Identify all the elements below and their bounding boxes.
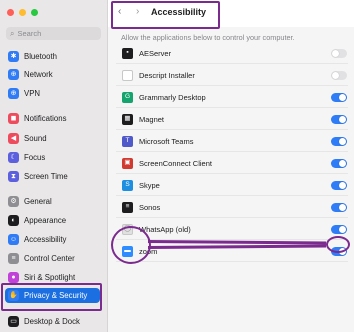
sidebar-item-label: VPN [24,89,41,98]
sidebar-item-sound[interactable]: ◀ Sound [5,131,100,146]
bluetooth-icon: ✱ [8,51,19,62]
highlight-zoom-toggle-circle [326,236,350,253]
app-access-toggle[interactable] [331,70,347,80]
sidebar-item-control-center[interactable]: ≡ Control Center [5,251,100,266]
sidebar-item-label: Appearance [24,216,67,225]
app-access-toggle[interactable] [331,48,347,58]
toggle-knob [339,159,346,167]
highlight-title-outline [111,1,220,29]
toggle-knob [339,203,346,211]
grammarly-icon: G [122,91,133,103]
sidebar-item-accessibility[interactable]: ☺ Accessibility [5,232,100,247]
sidebar-item-notifications[interactable]: ◼ Notifications [5,111,100,126]
sidebar-item-label: Focus [24,153,46,162]
sidebar-item-label: Accessibility [24,235,67,244]
search-input[interactable]: ⌕ Search [6,27,101,40]
bell-icon: ◼ [8,113,19,124]
appearance-icon: ◐ [8,215,19,226]
settings-window: ⌕ Search ✱ Bluetooth ⊕ Network ⊕ VPN ◼ Notifica… [0,0,354,332]
app-row: T Microsoft Teams [116,131,348,152]
sidebar-item-appearance[interactable]: ◐ Appearance [5,213,100,228]
main-pane: ‹ › Accessibility Allow the applications… [108,0,354,332]
sidebar-item-label: Screen Time [24,172,68,181]
app-row: G Grammarly Desktop [116,87,348,108]
app-access-toggle[interactable] [331,180,347,190]
app-name: Skype [139,180,160,190]
app-name: Microsoft Teams [139,136,194,146]
app-name: ScreenConnect Client [139,158,212,168]
sidebar-item-label: Bluetooth [24,52,57,61]
app-row: ▪ AEServer [116,43,348,64]
toggle-knob [339,115,346,123]
control-center-icon: ≡ [8,253,19,264]
sidebar-item-label: Notifications [24,114,67,123]
app-row: ≡ Sonos [116,197,348,218]
sidebar-item-label: Control Center [24,254,75,263]
toggle-knob [339,137,346,145]
screenconnect-icon: ▣ [122,157,133,169]
toggle-knob [339,225,346,233]
sidebar-item-screen-time[interactable]: ⧗ Screen Time [5,169,100,184]
app-access-toggle[interactable] [331,92,347,102]
sidebar-item-network[interactable]: ⊕ Network [5,67,100,82]
sidebar-item-focus[interactable]: ☾ Focus [5,150,100,165]
hourglass-icon: ⧗ [8,171,19,182]
app-name: Magnet [139,114,165,124]
app-name: Grammarly Desktop [139,92,206,102]
sidebar-item-label: Desktop & Dock [24,317,80,326]
highlight-zoom-app-circle [111,226,151,264]
sidebar: ⌕ Search ✱ Bluetooth ⊕ Network ⊕ VPN ◼ Notifica… [0,0,108,332]
app-row: ◯ WhatsApp (old) [116,219,348,240]
sidebar-item-vpn[interactable]: ⊕ VPN [5,86,100,101]
toggle-knob [332,71,339,79]
sidebar-item-label: Sound [24,134,47,143]
app-row: S Skype [116,175,348,196]
search-icon: ⌕ [10,28,15,38]
gear-icon: ⚙ [8,196,19,207]
app-row: ▣ ScreenConnect Client [116,153,348,174]
desktop-icon: ▭ [8,316,19,327]
close-button[interactable] [7,9,14,16]
app-name: WhatsApp (old) [139,224,191,234]
toggle-knob [332,49,339,57]
magnet-icon: ▦ [122,113,133,125]
sidebar-item-bluetooth[interactable]: ✱ Bluetooth [5,49,100,64]
highlight-privacy-outline [1,283,102,311]
sidebar-item-label: Network [24,70,53,79]
search-placeholder: Search [17,29,42,38]
app-name: Descript Installer [139,70,195,80]
description-text: Allow the applications below to control … [121,33,295,42]
app-name: Sonos [139,202,161,212]
globe-icon: ⊕ [8,69,19,80]
globe-icon: ⊕ [8,88,19,99]
generic-app-icon [122,69,133,81]
window-controls [7,9,38,16]
toggle-knob [339,181,346,189]
zoom-window-button[interactable] [31,9,38,16]
siri-icon: ● [8,272,19,283]
app-row: ▦ Magnet [116,109,348,130]
moon-icon: ☾ [8,152,19,163]
app-list: ▪ AEServer Descript Installer G Grammarly De… [116,43,348,265]
app-access-toggle[interactable] [331,158,347,168]
teams-icon: T [122,135,133,147]
skype-icon: S [122,179,133,191]
app-row: Descript Installer [116,65,348,86]
app-access-toggle[interactable] [331,114,347,124]
toolbar: ‹ › Accessibility [108,0,354,29]
sidebar-item-desktop-dock[interactable]: ▭ Desktop & Dock [5,314,100,329]
app-name: AEServer [139,48,172,58]
terminal-icon: ▪ [122,47,133,59]
sidebar-item-general[interactable]: ⚙ General [5,194,100,209]
speaker-icon: ◀ [8,133,19,144]
toggle-knob [339,93,346,101]
app-access-toggle[interactable] [331,136,347,146]
app-access-toggle[interactable] [331,224,347,234]
sonos-icon: ≡ [122,201,133,213]
accessibility-icon: ☺ [8,234,19,245]
app-access-toggle[interactable] [331,202,347,212]
sidebar-item-label: Siri & Spotlight [24,273,76,282]
sidebar-item-label: General [24,197,52,206]
minimize-button[interactable] [19,9,26,16]
